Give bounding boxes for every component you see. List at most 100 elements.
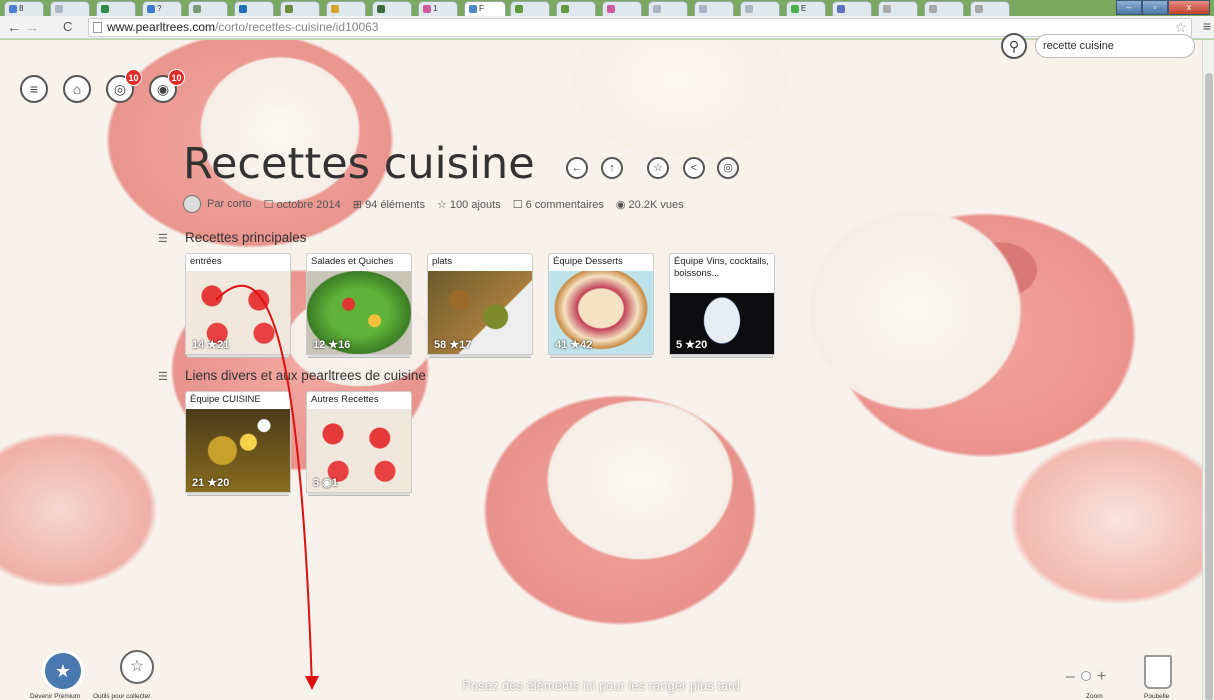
tab-favicon-icon: [745, 4, 753, 13]
card-shadow: [187, 493, 289, 496]
tab-favicon-icon: [607, 4, 615, 13]
card-label: Autres Recettes: [306, 391, 412, 409]
browser-tab[interactable]: [878, 1, 918, 16]
tab-favicon-icon: [883, 4, 891, 13]
comments-count[interactable]: ☐ 6 commentaires: [513, 198, 604, 211]
card-plats[interactable]: plats 58 ★17: [427, 253, 533, 358]
reload-icon[interactable]: C: [63, 19, 72, 35]
card-stats: 21 ★20: [192, 477, 230, 489]
up-icon[interactable]: ↑: [601, 157, 623, 179]
card-label: entrées: [185, 253, 291, 271]
share-icon[interactable]: <: [683, 157, 705, 179]
card-equipe-vins[interactable]: Équipe Vins, cocktails, boissons... 5 ★2…: [669, 253, 775, 358]
browser-tab[interactable]: [694, 1, 734, 16]
premium-label[interactable]: Devenir Premium: [30, 693, 80, 700]
browser-tab[interactable]: 8: [4, 1, 44, 16]
browser-tab[interactable]: [280, 1, 320, 16]
card-stats: 12 ★16: [313, 339, 351, 351]
back-icon[interactable]: ←: [566, 157, 588, 179]
tab-favicon-icon: [55, 4, 63, 13]
card-entrees[interactable]: entrées 14 ★21: [185, 253, 291, 358]
browser-tab[interactable]: [188, 1, 228, 16]
globe-icon[interactable]: ◉ 10: [149, 69, 185, 103]
tab-favicon-icon: [331, 4, 339, 13]
card-stats: 3 ◉1: [313, 477, 338, 489]
star-icon[interactable]: ☆: [647, 157, 669, 179]
card-shadow: [308, 493, 410, 496]
tab-favicon-icon: [423, 4, 431, 13]
browser-tab-strip: 8? 1 F E: [0, 0, 1214, 16]
back-arrow-icon[interactable]: ←: [7, 19, 21, 35]
card-shadow: [187, 355, 289, 358]
browser-tab[interactable]: 1: [418, 1, 458, 16]
section-liens-divers: ☰ Liens divers et aux pearltrees de cuisi…: [158, 368, 426, 383]
section-handle-icon[interactable]: ☰: [158, 370, 170, 383]
tab-favicon-icon: [9, 4, 17, 13]
search-bar: ⚲: [1001, 33, 1195, 59]
window-controls: – ▫ x: [1116, 0, 1210, 15]
home-icon[interactable]: ⌂: [63, 75, 91, 103]
tab-favicon-icon: [561, 4, 569, 13]
trash-icon[interactable]: [1144, 655, 1172, 689]
card-shadow: [308, 355, 410, 358]
tab-label: ?: [157, 4, 162, 13]
zoom-slider-handle[interactable]: [1080, 671, 1091, 681]
search-input[interactable]: [1035, 34, 1195, 58]
search-icon[interactable]: ⚲: [1001, 33, 1027, 59]
browser-tab[interactable]: F: [464, 1, 506, 16]
card-equipe-cuisine[interactable]: Équipe CUISINE 21 ★20: [185, 391, 291, 496]
browser-tab[interactable]: [924, 1, 964, 16]
maximize-button[interactable]: ▫: [1142, 0, 1168, 15]
browser-tab[interactable]: [372, 1, 412, 16]
browser-tab[interactable]: [602, 1, 642, 16]
ajouts-count: ☆ 100 ajouts: [437, 198, 501, 211]
browser-tab[interactable]: [234, 1, 274, 16]
browser-tab[interactable]: [648, 1, 688, 16]
trash-label: Poubelle: [1144, 693, 1170, 700]
card-shadow: [671, 355, 773, 358]
card-equipe-desserts[interactable]: Équipe Desserts 41 ★42: [548, 253, 654, 358]
drop-zone-hint: Posez des éléments ici pour les ranger p…: [462, 678, 740, 693]
forward-arrow-icon[interactable]: →: [25, 19, 39, 35]
page-icon: [93, 22, 102, 33]
activity-icon[interactable]: ◎ 10: [106, 69, 142, 103]
tab-favicon-icon: [193, 4, 201, 13]
tab-favicon-icon: [653, 4, 661, 13]
menu-icon[interactable]: ≡: [20, 75, 48, 103]
browser-tab[interactable]: [740, 1, 780, 16]
card-stats: 58 ★17: [434, 339, 472, 351]
scrollbar-thumb[interactable]: [1205, 73, 1213, 700]
scrollbar[interactable]: [1202, 40, 1214, 700]
page-meta: Par corto ☐ octobre 2014 ⊞ 94 éléments ☆…: [183, 195, 696, 213]
card-stats: 14 ★21: [192, 339, 230, 351]
tab-favicon-icon: [239, 4, 247, 13]
browser-tab[interactable]: [832, 1, 872, 16]
target-icon[interactable]: ◎: [717, 157, 739, 179]
tab-favicon-icon: [791, 4, 799, 13]
card-stats: 41 ★42: [555, 339, 593, 351]
tab-favicon-icon: [929, 4, 937, 13]
date: ☐ octobre 2014: [263, 198, 341, 211]
browser-tab[interactable]: [326, 1, 366, 16]
zoom-control[interactable]: – +: [1066, 668, 1126, 686]
browser-tab[interactable]: [510, 1, 550, 16]
author[interactable]: Par corto: [183, 195, 252, 213]
browser-menu-icon[interactable]: ≡: [1203, 18, 1211, 34]
browser-tab[interactable]: ?: [142, 1, 182, 16]
browser-tab[interactable]: [50, 1, 90, 16]
card-salades-quiches[interactable]: Salades et Quiches 12 ★16: [306, 253, 412, 358]
minimize-button[interactable]: –: [1116, 0, 1142, 15]
section-handle-icon[interactable]: ☰: [158, 232, 170, 245]
url-path: /corto/recettes-cuisine/id10063: [215, 20, 379, 34]
outils-label[interactable]: Outils pour collecter: [93, 693, 150, 700]
browser-tab[interactable]: [96, 1, 136, 16]
browser-tab[interactable]: [556, 1, 596, 16]
browser-tab[interactable]: [970, 1, 1010, 16]
tab-favicon-icon: [285, 4, 293, 13]
tab-favicon-icon: [975, 4, 983, 13]
tab-label: 8: [19, 4, 24, 13]
card-label: Équipe CUISINE: [185, 391, 291, 409]
browser-tab[interactable]: E: [786, 1, 826, 16]
card-autres-recettes[interactable]: Autres Recettes 3 ◉1: [306, 391, 412, 496]
close-window-button[interactable]: x: [1168, 0, 1210, 15]
